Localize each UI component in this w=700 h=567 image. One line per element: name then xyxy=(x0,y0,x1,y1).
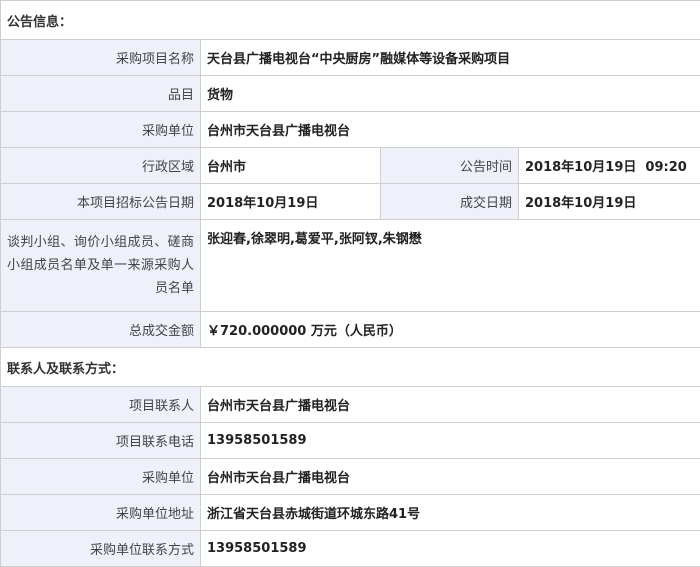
value-project-contact: 台州市天台县广播电视台 xyxy=(201,387,700,423)
section-header-contacts: 联系人及联系方式： xyxy=(1,348,700,387)
value-tender-date: 2018年10月19日 xyxy=(201,184,381,220)
row-project-phone: 项目联系电话 13958501589 xyxy=(1,423,700,459)
row-purchaser-address: 采购单位地址 浙江省天台县赤城街道环城东路41号 xyxy=(1,495,700,531)
label-deal-date: 成交日期 xyxy=(381,184,519,220)
value-region: 台州市 xyxy=(201,148,381,184)
row-project-contact: 项目联系人 台州市天台县广播电视台 xyxy=(1,387,700,423)
value-purchaser: 台州市天台县广播电视台 xyxy=(201,112,700,148)
value-publish-time: 2018年10月19日 09:20 xyxy=(519,148,700,184)
row-purchaser: 采购单位 台州市天台县广播电视台 xyxy=(1,112,700,148)
value-project-name: 天台县广播电视台“中央厨房”融媒体等设备采购项目 xyxy=(201,40,700,76)
value-contact-purchaser: 台州市天台县广播电视台 xyxy=(201,459,700,495)
row-category: 品目 货物 xyxy=(1,76,700,112)
row-contact-purchaser: 采购单位 台州市天台县广播电视台 xyxy=(1,459,700,495)
value-purchaser-contact: 13958501589 xyxy=(201,531,700,567)
section-header-announcement: 公告信息： xyxy=(1,1,700,40)
label-purchaser-contact: 采购单位联系方式 xyxy=(1,531,201,567)
value-deal-date: 2018年10月19日 xyxy=(519,184,700,220)
label-region: 行政区域 xyxy=(1,148,201,184)
row-project-name: 采购项目名称 天台县广播电视台“中央厨房”融媒体等设备采购项目 xyxy=(1,40,700,76)
label-tender-date: 本项目招标公告日期 xyxy=(1,184,201,220)
label-project-contact: 项目联系人 xyxy=(1,387,201,423)
value-panel-members: 张迎春,徐翠明,葛爱平,张阿钗,朱钢懋 xyxy=(201,220,700,312)
label-project-phone: 项目联系电话 xyxy=(1,423,201,459)
label-publish-time: 公告时间 xyxy=(381,148,519,184)
value-purchaser-address: 浙江省天台县赤城街道环城东路41号 xyxy=(201,495,700,531)
value-category: 货物 xyxy=(201,76,700,112)
label-category: 品目 xyxy=(1,76,201,112)
row-panel-members: 谈判小组、询价小组成员、磋商小组成员名单及单一来源采购人员名单 张迎春,徐翠明,… xyxy=(1,220,700,312)
label-purchaser-address: 采购单位地址 xyxy=(1,495,201,531)
announcement-table: 公告信息： 采购项目名称 天台县广播电视台“中央厨房”融媒体等设备采购项目 品目… xyxy=(0,0,700,567)
section-title-announcement: 公告信息： xyxy=(1,1,700,40)
label-total-amount: 总成交金额 xyxy=(1,312,201,348)
label-panel-members: 谈判小组、询价小组成员、磋商小组成员名单及单一来源采购人员名单 xyxy=(1,220,201,312)
label-purchaser: 采购单位 xyxy=(1,112,201,148)
row-total-amount: 总成交金额 ￥720.000000 万元（人民币） xyxy=(1,312,700,348)
row-region-publish-time: 行政区域 台州市 公告时间 2018年10月19日 09:20 xyxy=(1,148,700,184)
section-title-contacts: 联系人及联系方式： xyxy=(1,348,700,387)
value-total-amount: ￥720.000000 万元（人民币） xyxy=(201,312,700,348)
label-project-name: 采购项目名称 xyxy=(1,40,201,76)
row-purchaser-contact: 采购单位联系方式 13958501589 xyxy=(1,531,700,567)
row-tender-deal-date: 本项目招标公告日期 2018年10月19日 成交日期 2018年10月19日 xyxy=(1,184,700,220)
label-contact-purchaser: 采购单位 xyxy=(1,459,201,495)
value-project-phone: 13958501589 xyxy=(201,423,700,459)
